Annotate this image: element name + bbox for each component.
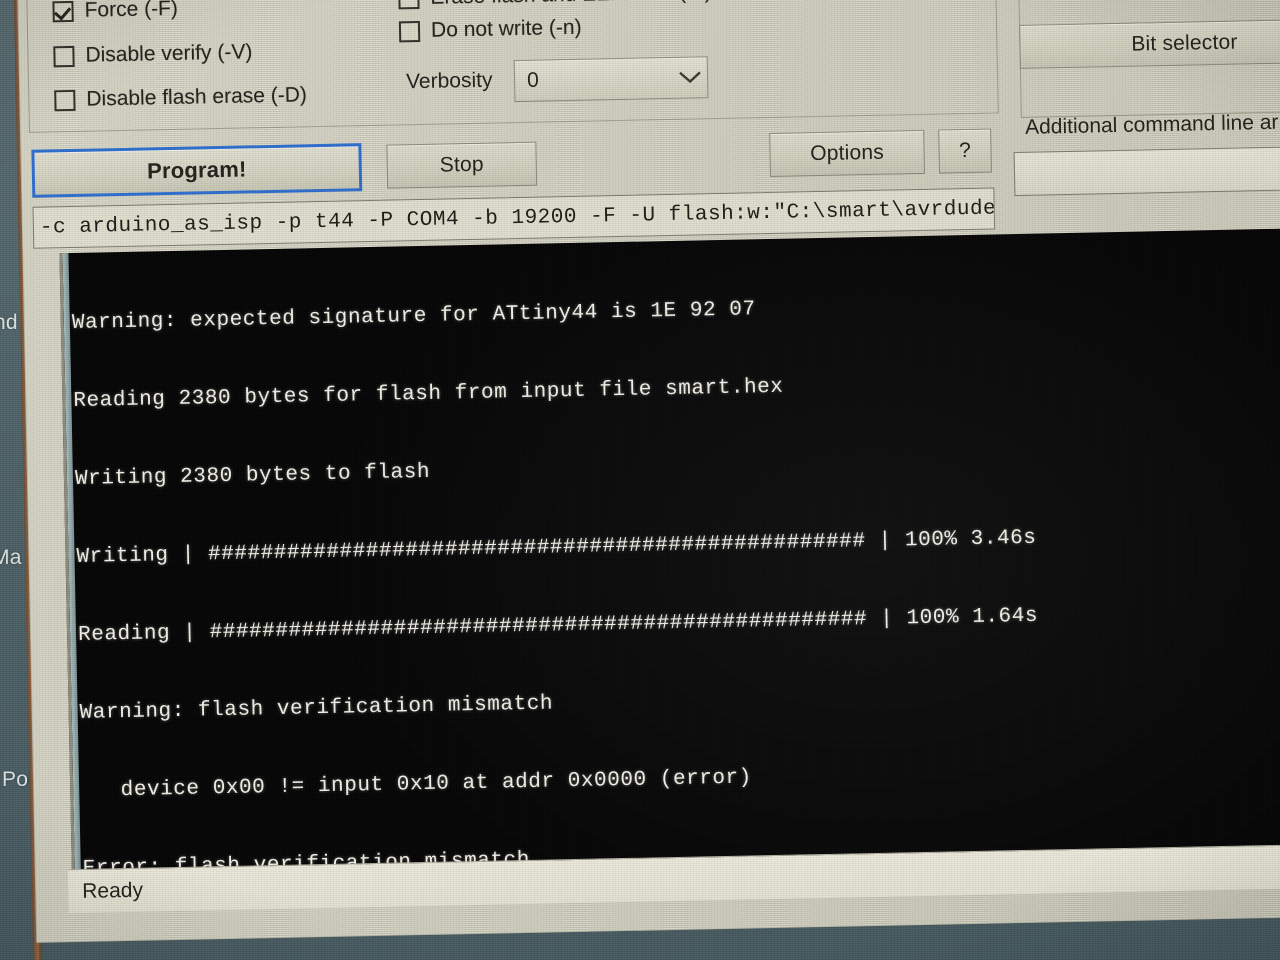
verbosity-label: Verbosity	[405, 68, 493, 94]
additional-args-input[interactable]	[1013, 145, 1280, 197]
checkbox-disable-flash-erase[interactable]: Disable flash erase (-D)	[54, 83, 307, 112]
console-text: Warning: expected signature for ATtiny44…	[71, 233, 1280, 871]
checkbox-disable-verify[interactable]: Disable verify (-V)	[53, 40, 253, 68]
checkbox-disable-verify-box[interactable]	[53, 45, 75, 67]
options-button[interactable]: Options	[769, 129, 926, 177]
console-line: Writing 2380 bytes to flash	[74, 460, 431, 491]
checkbox-disable-flash-erase-label: Disable flash erase (-D)	[86, 83, 308, 111]
checkbox-do-not-write[interactable]: Do not write (-n)	[398, 15, 582, 44]
checkbox-do-not-write-box[interactable]	[398, 20, 421, 42]
bit-selector-button[interactable]: Bit selector	[1019, 18, 1280, 69]
console-line: Warning: flash verification mismatch	[79, 692, 554, 725]
console-output-panel[interactable]: Warning: expected signature for ATtiny44…	[59, 227, 1280, 872]
checkbox-force[interactable]: Force (-F)	[52, 0, 178, 23]
console-line: device 0x00 != input 0x10 at addr 0x0000…	[81, 766, 753, 803]
screen-photo: nd Ma Pol: Force (-F) Disable verify (-V…	[0, 0, 1280, 960]
checkbox-disable-verify-label: Disable verify (-V)	[85, 40, 253, 67]
desktop-text-fragment-2: Ma	[0, 546, 22, 569]
checkbox-do-not-write-label: Do not write (-n)	[430, 15, 582, 42]
checkbox-erase-flash-and-eeprom-box[interactable]	[398, 0, 420, 9]
checkbox-disable-flash-erase-box[interactable]	[54, 89, 76, 111]
status-text: Ready	[82, 878, 144, 903]
avrdudess-window: Force (-F) Disable verify (-V) Disable f…	[15, 0, 1280, 942]
additional-args-label: Additional command line ar	[1024, 110, 1279, 139]
console-line: Reading 2380 bytes for flash from input …	[73, 375, 784, 413]
console-line: Writing | ##############################…	[76, 526, 1037, 569]
help-button[interactable]: ?	[938, 128, 993, 174]
desktop-text-fragment-1: nd	[0, 311, 18, 334]
stop-button[interactable]: Stop	[386, 141, 538, 189]
chevron-down-icon	[673, 70, 707, 85]
verbosity-select[interactable]: 0	[513, 56, 709, 103]
verbosity-value: 0	[526, 68, 539, 92]
console-line: Reading | ##############################…	[77, 604, 1039, 647]
program-button[interactable]: Program!	[31, 143, 363, 198]
checkbox-force-label: Force (-F)	[84, 0, 179, 22]
console-line: Warning: expected signature for ATtiny44…	[71, 298, 756, 336]
checkbox-force-box[interactable]	[52, 0, 74, 22]
